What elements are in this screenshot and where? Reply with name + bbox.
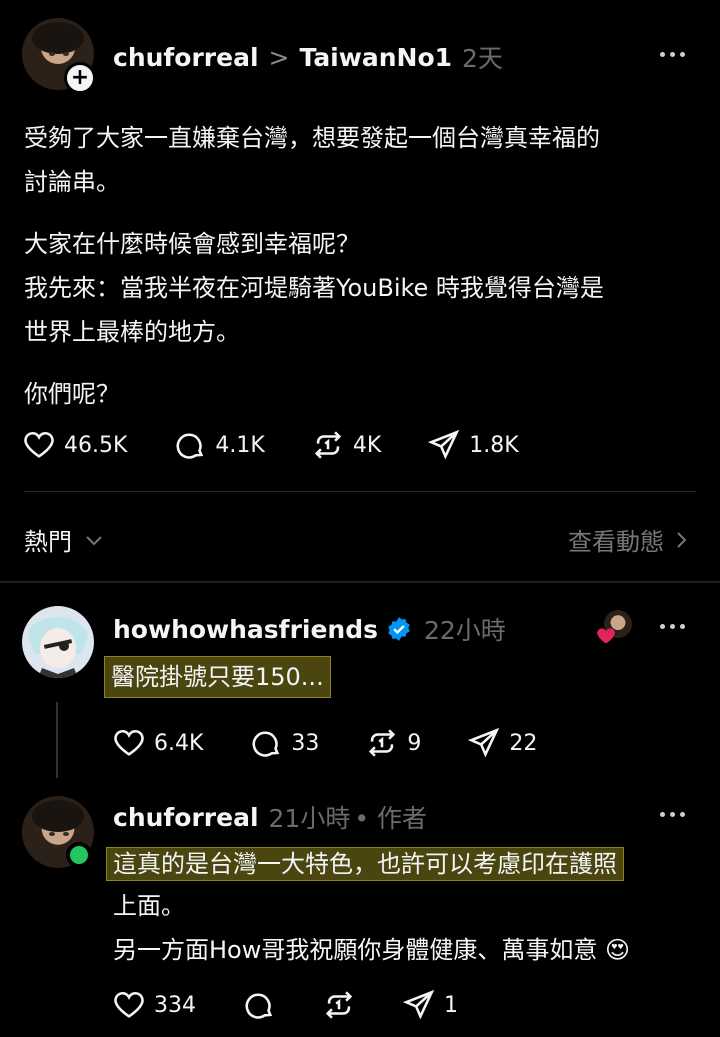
plus-icon: + [70, 65, 90, 90]
chevron-right-icon [677, 531, 687, 548]
post-line: 我先來：當我半夜在河堤騎著YouBike 時我覺得台灣是 [24, 274, 604, 302]
reply-1-highlighted-text: 醫院掛號只要150... [104, 656, 331, 698]
heart-icon [114, 730, 144, 756]
repost-count: 4K [352, 432, 382, 458]
post-line: 世界上最棒的地方。 [24, 318, 240, 346]
reply-1-more-button[interactable] [660, 624, 685, 629]
heart-badge-icon [597, 628, 615, 644]
reply-1-avatar[interactable] [22, 606, 94, 678]
reply-2-header: chuforreal 21小時 • 作者 [113, 800, 427, 834]
repost-button[interactable]: 4K [311, 428, 381, 462]
reply-2-like-button[interactable]: 334 [112, 988, 196, 1022]
heart-icon [114, 992, 144, 1018]
reply-1-repost-count: 9 [407, 730, 422, 756]
community-name[interactable]: TaiwanNo1 [299, 43, 452, 72]
reply-2-line: 上面。 [113, 892, 185, 920]
sort-dropdown[interactable]: 熱門 [24, 522, 106, 557]
share-icon [468, 727, 500, 758]
post-username[interactable]: chuforreal [113, 43, 259, 72]
reply-2-like-count: 334 [154, 992, 196, 1018]
reply-1-comment-button[interactable]: 33 [249, 726, 319, 760]
reply-2-time: 21小時 [268, 804, 351, 833]
post-header: chuforreal > TaiwanNo1 2天 [113, 40, 503, 74]
reply-1-like-count: 6.4K [154, 730, 204, 756]
sort-label: 熱門 [24, 528, 72, 556]
post-line: 大家在什麼時候會感到幸福呢？ [24, 230, 360, 258]
reply-2-share-count: 1 [444, 992, 458, 1018]
reply-2-share-button[interactable]: 1 [402, 988, 458, 1022]
post-line: 討論串。 [24, 168, 120, 196]
view-activity-link[interactable]: 查看動態 [568, 522, 692, 557]
view-activity-label: 查看動態 [568, 528, 664, 556]
thread-line [56, 702, 58, 778]
share-count: 1.8K [469, 432, 519, 458]
post-time: 2天 [462, 44, 503, 73]
post-line: 你們呢？ [24, 380, 120, 408]
comment-icon [176, 433, 204, 459]
like-button[interactable]: 46.5K [22, 428, 127, 462]
post-paragraph-1: 受夠了大家一直嫌棄台灣，想要發起一個台灣真幸福的 討論串。 [24, 116, 704, 204]
reply-1-time: 22小時 [424, 616, 506, 645]
reply-2-repost-button[interactable] [322, 988, 356, 1022]
reply-1-text: 醫院掛號只要150... [104, 656, 331, 698]
reply-1-actions: 6.4K 33 9 22 [112, 726, 537, 760]
reply-2-username[interactable]: chuforreal [113, 803, 259, 832]
reply-1-share-button[interactable]: 22 [467, 726, 537, 760]
like-count: 46.5K [64, 432, 128, 458]
reply-2-text: 這真的是台灣一大特色，也許可以考慮印在護照 上面。 另一方面How哥我祝願你身體… [106, 844, 706, 972]
post-more-button[interactable] [660, 52, 685, 57]
share-icon [428, 429, 460, 460]
heart-icon [24, 432, 54, 458]
verified-badge-icon [388, 617, 410, 641]
reply-2-highlighted-text: 這真的是台灣一大特色，也許可以考慮印在護照 [106, 847, 624, 881]
comment-button[interactable]: 4.1K [173, 428, 265, 462]
author-tag: • 作者 [354, 804, 428, 833]
reply-1-like-button[interactable]: 6.4K [112, 726, 203, 760]
chevron-right-icon: > [268, 42, 290, 72]
reply-1-share-count: 22 [509, 730, 538, 756]
reply-2-comment-button[interactable] [242, 988, 276, 1022]
reply-1-username[interactable]: howhowhasfriends [113, 615, 378, 644]
post-actions: 46.5K 4.1K 4K 1.8K [22, 428, 519, 462]
repost-icon [369, 729, 396, 757]
reply-2-line: 另一方面How哥我祝願你身體健康、萬事如意 😍 [113, 936, 631, 964]
comment-count: 4.1K [215, 432, 265, 458]
reply-1-comment-count: 33 [291, 730, 320, 756]
post-paragraph-2: 大家在什麼時候會感到幸福呢？ 我先來：當我半夜在河堤騎著YouBike 時我覺得… [24, 222, 704, 354]
online-status-dot [66, 842, 92, 868]
repost-icon [325, 991, 353, 1019]
share-icon [402, 989, 435, 1020]
reply-2-actions: 334 1 [112, 988, 458, 1022]
comment-icon [245, 993, 273, 1019]
share-button[interactable]: 1.8K [427, 428, 519, 462]
repost-icon [314, 431, 341, 459]
post-paragraph-3: 你們呢？ [24, 372, 704, 416]
post-line: 受夠了大家一直嫌棄台灣，想要發起一個台灣真幸福的 [24, 124, 600, 152]
reply-1-repost-button[interactable]: 9 [365, 726, 421, 760]
comment-icon [252, 731, 280, 757]
chevron-down-icon [86, 535, 102, 545]
reply-2-more-button[interactable] [660, 812, 685, 817]
reply-1-header: howhowhasfriends 22小時 [113, 612, 506, 646]
liked-by-author-indicator [596, 610, 634, 648]
post-body: 受夠了大家一直嫌棄台灣，想要發起一個台灣真幸福的 討論串。 大家在什麼時候會感到… [24, 116, 704, 416]
section-divider [0, 581, 720, 583]
post-divider [24, 491, 696, 492]
follow-plus-button[interactable]: + [64, 62, 96, 94]
